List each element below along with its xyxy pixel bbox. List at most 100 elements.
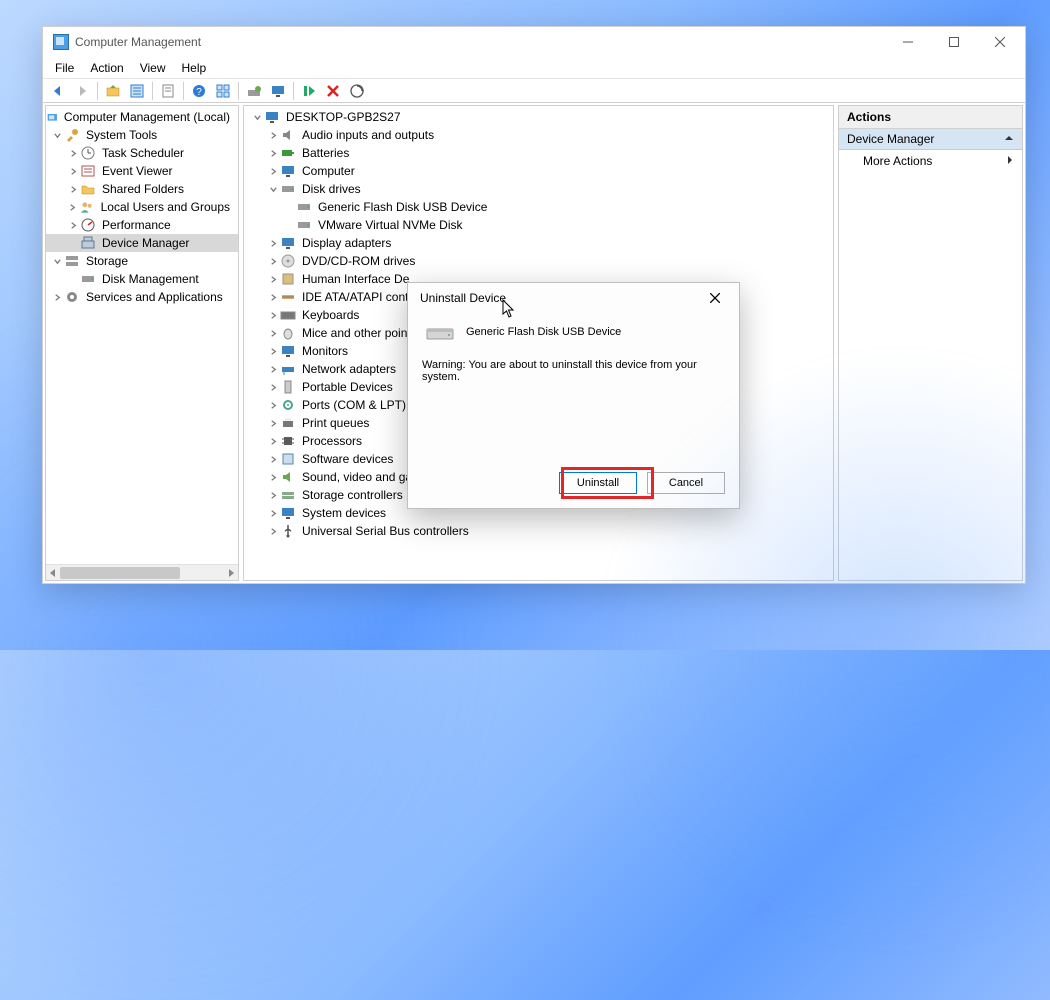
category-icon (280, 235, 296, 251)
collapse-icon[interactable] (1004, 132, 1014, 146)
chevron-right-icon[interactable] (266, 527, 280, 536)
actions-section[interactable]: Device Manager (839, 129, 1022, 150)
tree-performance[interactable]: Performance (46, 216, 238, 234)
chevron-down-icon[interactable] (50, 257, 64, 266)
close-button[interactable] (977, 27, 1023, 57)
tile-icon[interactable] (212, 81, 234, 101)
actions-item-label: More Actions (863, 154, 932, 168)
chevron-right-icon[interactable] (266, 239, 280, 248)
up-icon[interactable] (102, 81, 124, 101)
cancel-button[interactable]: Cancel (647, 472, 725, 494)
chevron-right-icon[interactable] (266, 275, 280, 284)
forward-icon[interactable] (71, 81, 93, 101)
chevron-right-icon[interactable] (266, 401, 280, 410)
device-category[interactable]: Batteries (244, 144, 833, 162)
horizontal-scrollbar[interactable] (46, 564, 238, 580)
chevron-right-icon[interactable] (66, 167, 80, 176)
chevron-right-icon[interactable] (266, 437, 280, 446)
tree-root[interactable]: Computer Management (Local) (46, 108, 238, 126)
chevron-right-icon[interactable] (266, 473, 280, 482)
back-icon[interactable] (47, 81, 69, 101)
device-category[interactable]: Disk drives (244, 180, 833, 198)
chevron-right-icon[interactable] (266, 311, 280, 320)
chevron-right-icon[interactable] (66, 221, 80, 230)
chevron-down-icon[interactable] (250, 113, 264, 122)
chevron-down-icon[interactable] (266, 185, 280, 194)
chevron-right-icon[interactable] (266, 365, 280, 374)
chevron-right-icon[interactable] (266, 419, 280, 428)
add-hardware-icon[interactable] (243, 81, 265, 101)
minimize-button[interactable] (885, 27, 931, 57)
tree-shared-folders[interactable]: Shared Folders (46, 180, 238, 198)
help-icon[interactable]: ? (188, 81, 210, 101)
menu-view[interactable]: View (132, 59, 174, 77)
tree-task-scheduler[interactable]: Task Scheduler (46, 144, 238, 162)
category-icon (280, 271, 296, 287)
tree-label: System Tools (84, 126, 159, 144)
device-category[interactable]: DVD/CD-ROM drives (244, 252, 833, 270)
chevron-right-icon[interactable] (66, 185, 80, 194)
console-tree[interactable]: Computer Management (Local) System Tools… (46, 106, 238, 308)
dialog-device-row: Generic Flash Disk USB Device (426, 323, 725, 341)
chevron-right-icon[interactable] (266, 509, 280, 518)
dialog-close-button[interactable] (695, 284, 735, 312)
drive-icon (296, 217, 312, 233)
uninstall-button[interactable]: Uninstall (559, 472, 637, 494)
monitor-icon[interactable] (267, 81, 289, 101)
chevron-right-icon[interactable] (65, 203, 79, 212)
tree-event-viewer[interactable]: Event Viewer (46, 162, 238, 180)
scroll-left-icon[interactable] (46, 565, 60, 581)
scrollbar-thumb[interactable] (60, 567, 180, 579)
chevron-right-icon[interactable] (266, 383, 280, 392)
chevron-right-icon[interactable] (266, 455, 280, 464)
device-category[interactable]: Computer (244, 162, 833, 180)
tree-disk-management[interactable]: Disk Management (46, 270, 238, 288)
chevron-right-icon[interactable] (50, 293, 64, 302)
chevron-right-icon[interactable] (266, 167, 280, 176)
toolbar-separator (293, 82, 294, 100)
device-category[interactable]: Display adapters (244, 234, 833, 252)
properties-icon[interactable] (126, 81, 148, 101)
window-controls (885, 27, 1023, 57)
folder-icon (80, 181, 96, 197)
chevron-right-icon[interactable] (266, 293, 280, 302)
chevron-right-icon[interactable] (266, 149, 280, 158)
device-item[interactable]: Generic Flash Disk USB Device (244, 198, 833, 216)
clock-icon (80, 145, 96, 161)
scan-icon[interactable] (346, 81, 368, 101)
actions-more[interactable]: More Actions (839, 150, 1022, 172)
device-root[interactable]: DESKTOP-GPB2S27 (244, 108, 833, 126)
tree-system-tools[interactable]: System Tools (46, 126, 238, 144)
chevron-right-icon[interactable] (266, 347, 280, 356)
chevron-right-icon[interactable] (266, 491, 280, 500)
dialog-title: Uninstall Device (420, 291, 506, 305)
device-category[interactable]: Universal Serial Bus controllers (244, 522, 833, 540)
tree-services[interactable]: Services and Applications (46, 288, 238, 306)
chevron-right-icon[interactable] (266, 257, 280, 266)
menu-help[interactable]: Help (174, 59, 215, 77)
enable-icon[interactable] (298, 81, 320, 101)
tree-device-manager[interactable]: Device Manager (46, 234, 238, 252)
tree-label: Keyboards (300, 306, 361, 324)
category-icon (280, 415, 296, 431)
dialog-body: Generic Flash Disk USB Device Warning: Y… (408, 313, 739, 389)
menu-action[interactable]: Action (82, 59, 131, 77)
tree-label: Shared Folders (100, 180, 186, 198)
delete-icon[interactable] (322, 81, 344, 101)
tree-storage[interactable]: Storage (46, 252, 238, 270)
device-item[interactable]: VMware Virtual NVMe Disk (244, 216, 833, 234)
scroll-right-icon[interactable] (224, 565, 238, 581)
chevron-down-icon[interactable] (50, 131, 64, 140)
category-icon (280, 361, 296, 377)
category-icon (280, 523, 296, 539)
menu-file[interactable]: File (47, 59, 82, 77)
device-category[interactable]: Audio inputs and outputs (244, 126, 833, 144)
chevron-right-icon[interactable] (66, 149, 80, 158)
maximize-button[interactable] (931, 27, 977, 57)
tree-label: Batteries (300, 144, 351, 162)
dialog-buttons: Uninstall Cancel (559, 472, 725, 494)
chevron-right-icon[interactable] (266, 329, 280, 338)
chevron-right-icon[interactable] (266, 131, 280, 140)
tree-local-users[interactable]: Local Users and Groups (46, 198, 238, 216)
export-icon[interactable] (157, 81, 179, 101)
